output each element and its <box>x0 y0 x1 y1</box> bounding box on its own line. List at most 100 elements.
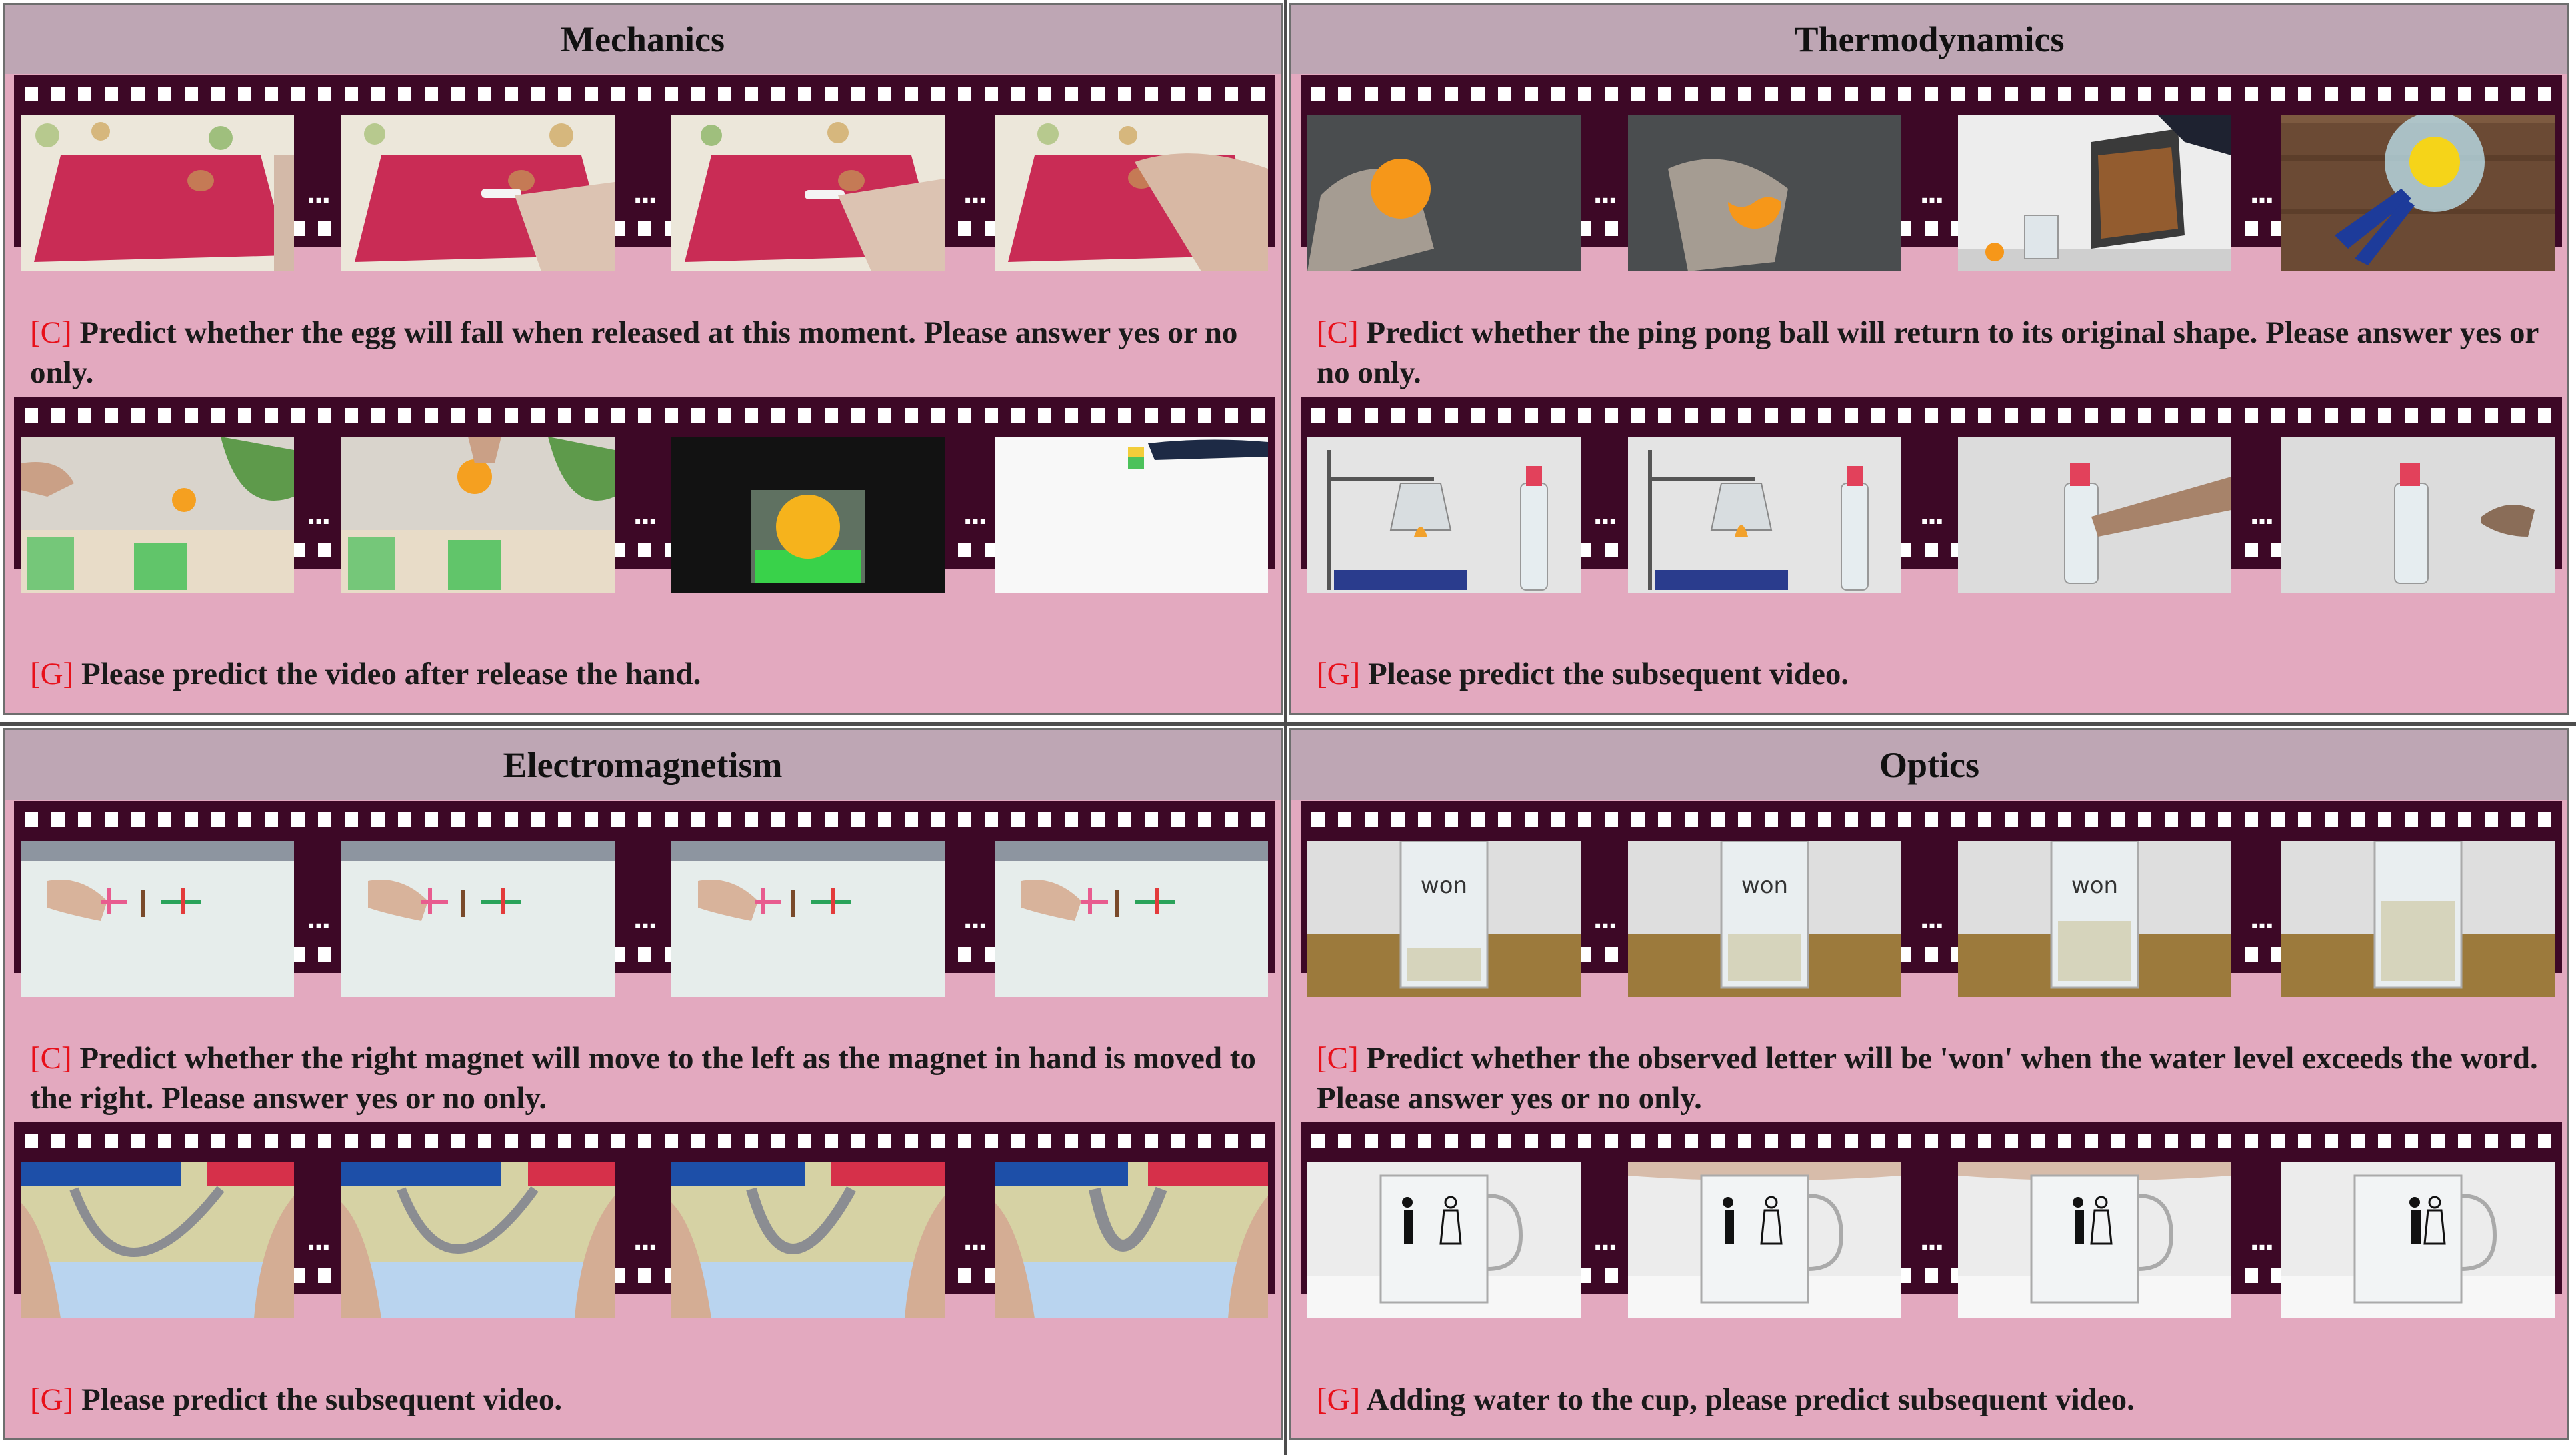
ellipsis: ... <box>963 1222 987 1257</box>
ellipsis: ... <box>1593 175 1617 210</box>
video-frame <box>995 1162 1268 1318</box>
vertical-divider <box>1284 0 1287 1455</box>
ellipsis: ... <box>2249 900 2274 936</box>
question-generation: [G] Adding water to the cup, please pred… <box>1317 1380 2558 1420</box>
panel-optics: Optics won ... won ... won ... [C] Predi… <box>1289 728 2569 1440</box>
ellipsis: ... <box>633 175 657 210</box>
panel-thermodynamics: Thermodynamics ... ... ... [C] Predict w… <box>1289 3 2569 715</box>
question-text: Please predict the subsequent video. <box>1368 657 1849 691</box>
video-frame <box>671 1162 945 1318</box>
question-tag: [C] <box>30 315 72 350</box>
video-frame <box>995 115 1268 271</box>
video-frame <box>1307 1162 1581 1318</box>
ellipsis: ... <box>1919 900 1944 936</box>
word-text: won <box>1741 872 1788 899</box>
film-perforations <box>25 408 1265 423</box>
ellipsis: ... <box>633 1222 657 1257</box>
panel-title: Thermodynamics <box>1291 5 2567 74</box>
question-classification: [C] Predict whether the right magnet wil… <box>30 1038 1271 1118</box>
question-generation: [G] Please predict the video after relea… <box>30 654 1271 694</box>
video-frame: won <box>1307 841 1581 997</box>
ellipsis: ... <box>2249 175 2274 210</box>
ellipsis: ... <box>633 496 657 531</box>
panel-title: Optics <box>1291 730 2567 800</box>
ellipsis: ... <box>633 900 657 936</box>
video-frame <box>995 437 1268 593</box>
film-perforations <box>1311 87 2551 101</box>
video-frame <box>341 1162 615 1318</box>
video-frame <box>1958 115 2231 271</box>
video-frame <box>1307 437 1581 593</box>
question-classification: [C] Predict whether the egg will fall wh… <box>30 313 1271 393</box>
film-strip: ... ... ... <box>1301 397 2562 593</box>
ellipsis: ... <box>1919 175 1944 210</box>
ellipsis: ... <box>1919 1222 1944 1257</box>
video-frame <box>1628 1162 1901 1318</box>
video-frame <box>2281 437 2555 593</box>
video-frame <box>21 1162 294 1318</box>
video-frame <box>341 115 615 271</box>
film-strip: ... ... ... <box>14 397 1275 593</box>
video-frame <box>2281 115 2555 271</box>
video-frame <box>1628 115 1901 271</box>
film-perforations <box>1311 408 2551 423</box>
panel-title: Electromagnetism <box>5 730 1281 800</box>
video-frame <box>995 841 1268 997</box>
film-perforations <box>25 87 1265 101</box>
video-frame <box>671 841 945 997</box>
video-frame <box>21 841 294 997</box>
film-perforations <box>25 812 1265 827</box>
question-generation: [G] Please predict the subsequent video. <box>30 1380 1271 1420</box>
question-classification: [C] Predict whether the observed letter … <box>1317 1038 2558 1118</box>
film-strip: won ... won ... won ... <box>1301 801 2562 997</box>
question-generation: [G] Please predict the subsequent video. <box>1317 654 2558 694</box>
ellipsis: ... <box>2249 496 2274 531</box>
ellipsis: ... <box>1593 1222 1617 1257</box>
question-text: Predict whether the egg will fall when r… <box>30 315 1238 390</box>
film-strip: ... ... ... <box>14 801 1275 997</box>
question-tag: [C] <box>1317 1041 1359 1076</box>
video-frame <box>21 437 294 593</box>
panel-electromagnetism: Electromagnetism ... ... ... [C] Predict… <box>3 728 1283 1440</box>
film-perforations <box>25 1134 1265 1148</box>
film-perforations <box>1311 812 2551 827</box>
video-frame <box>671 115 945 271</box>
question-text: Predict whether the ping pong ball will … <box>1317 315 2539 390</box>
question-tag: [G] <box>1317 1382 1361 1417</box>
horizontal-divider <box>0 722 2576 726</box>
ellipsis: ... <box>306 175 331 210</box>
ellipsis: ... <box>1919 496 1944 531</box>
ellipsis: ... <box>306 1222 331 1257</box>
video-frame <box>1628 437 1901 593</box>
ellipsis: ... <box>2249 1222 2274 1257</box>
film-strip: ... ... ... <box>14 75 1275 271</box>
ellipsis: ... <box>306 900 331 936</box>
question-text: Predict whether the observed letter will… <box>1317 1041 2538 1116</box>
video-frame <box>341 437 615 593</box>
film-strip: ... ... ... <box>14 1122 1275 1318</box>
question-tag: [G] <box>30 1382 74 1417</box>
video-frame: won <box>1958 841 2231 997</box>
video-frame <box>671 437 945 593</box>
ellipsis: ... <box>963 175 987 210</box>
video-frame <box>1958 1162 2231 1318</box>
video-frame <box>1307 115 1581 271</box>
question-tag: [G] <box>1317 657 1361 691</box>
question-tag: [C] <box>1317 315 1359 350</box>
video-frame <box>2281 1162 2555 1318</box>
question-text: Please predict the subsequent video. <box>81 1382 563 1417</box>
panel-title: Mechanics <box>5 5 1281 74</box>
video-frame <box>341 841 615 997</box>
film-strip: ... ... ... <box>1301 75 2562 271</box>
ellipsis: ... <box>1593 496 1617 531</box>
ellipsis: ... <box>1593 900 1617 936</box>
question-tag: [C] <box>30 1041 72 1076</box>
question-tag: [G] <box>30 657 74 691</box>
ellipsis: ... <box>963 496 987 531</box>
video-frame <box>21 115 294 271</box>
question-classification: [C] Predict whether the ping pong ball w… <box>1317 313 2558 393</box>
question-text: Adding water to the cup, please predict … <box>1366 1382 2135 1417</box>
ellipsis: ... <box>963 900 987 936</box>
film-perforations <box>1311 1134 2551 1148</box>
word-text: won <box>1421 872 1467 899</box>
